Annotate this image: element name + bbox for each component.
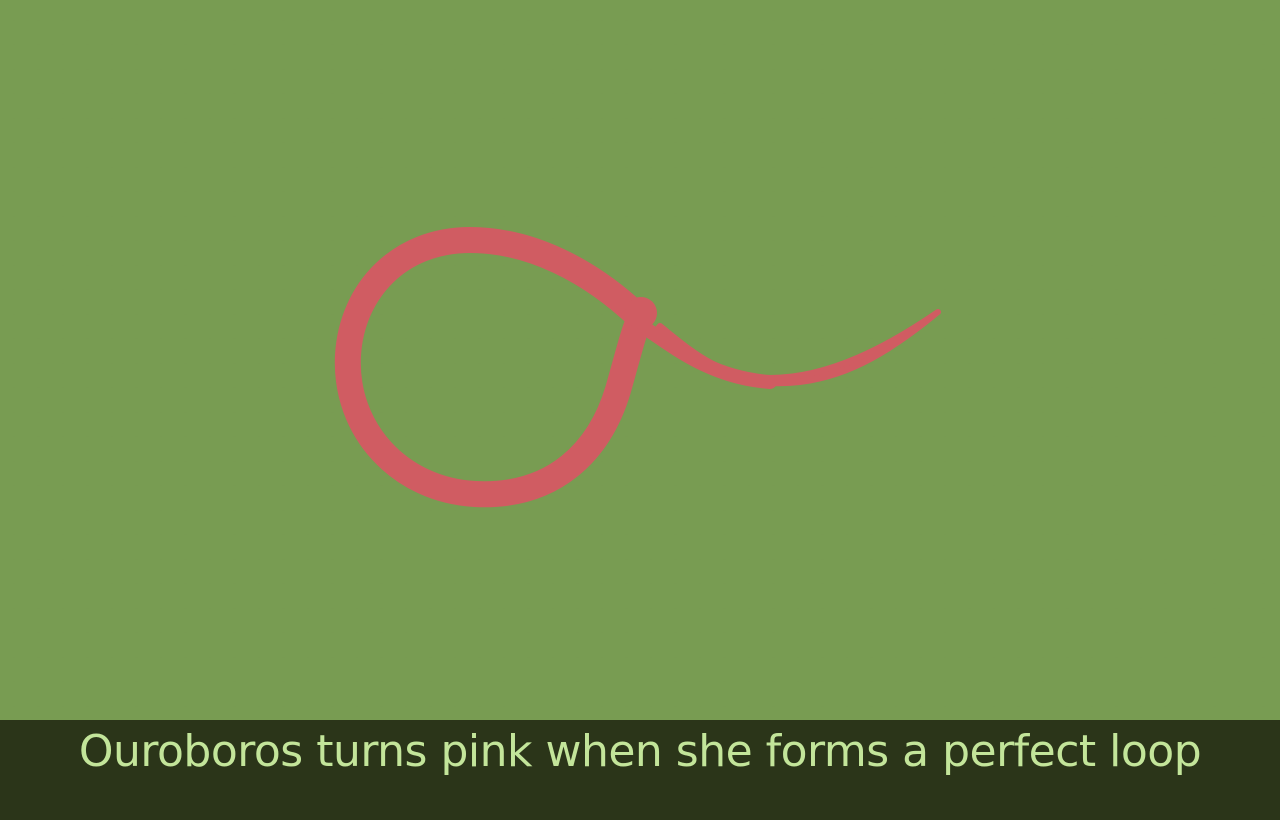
board[interactable] [0,0,1280,720]
dot-grid [0,0,1280,720]
snake-head [625,297,657,329]
game-screen: Ouroboros turns pink when she forms a pe… [0,0,1280,820]
caption-bar: Ouroboros turns pink when she forms a pe… [0,720,1280,820]
playfield[interactable] [0,0,1280,720]
caption-text: Ouroboros turns pink when she forms a pe… [78,726,1202,777]
